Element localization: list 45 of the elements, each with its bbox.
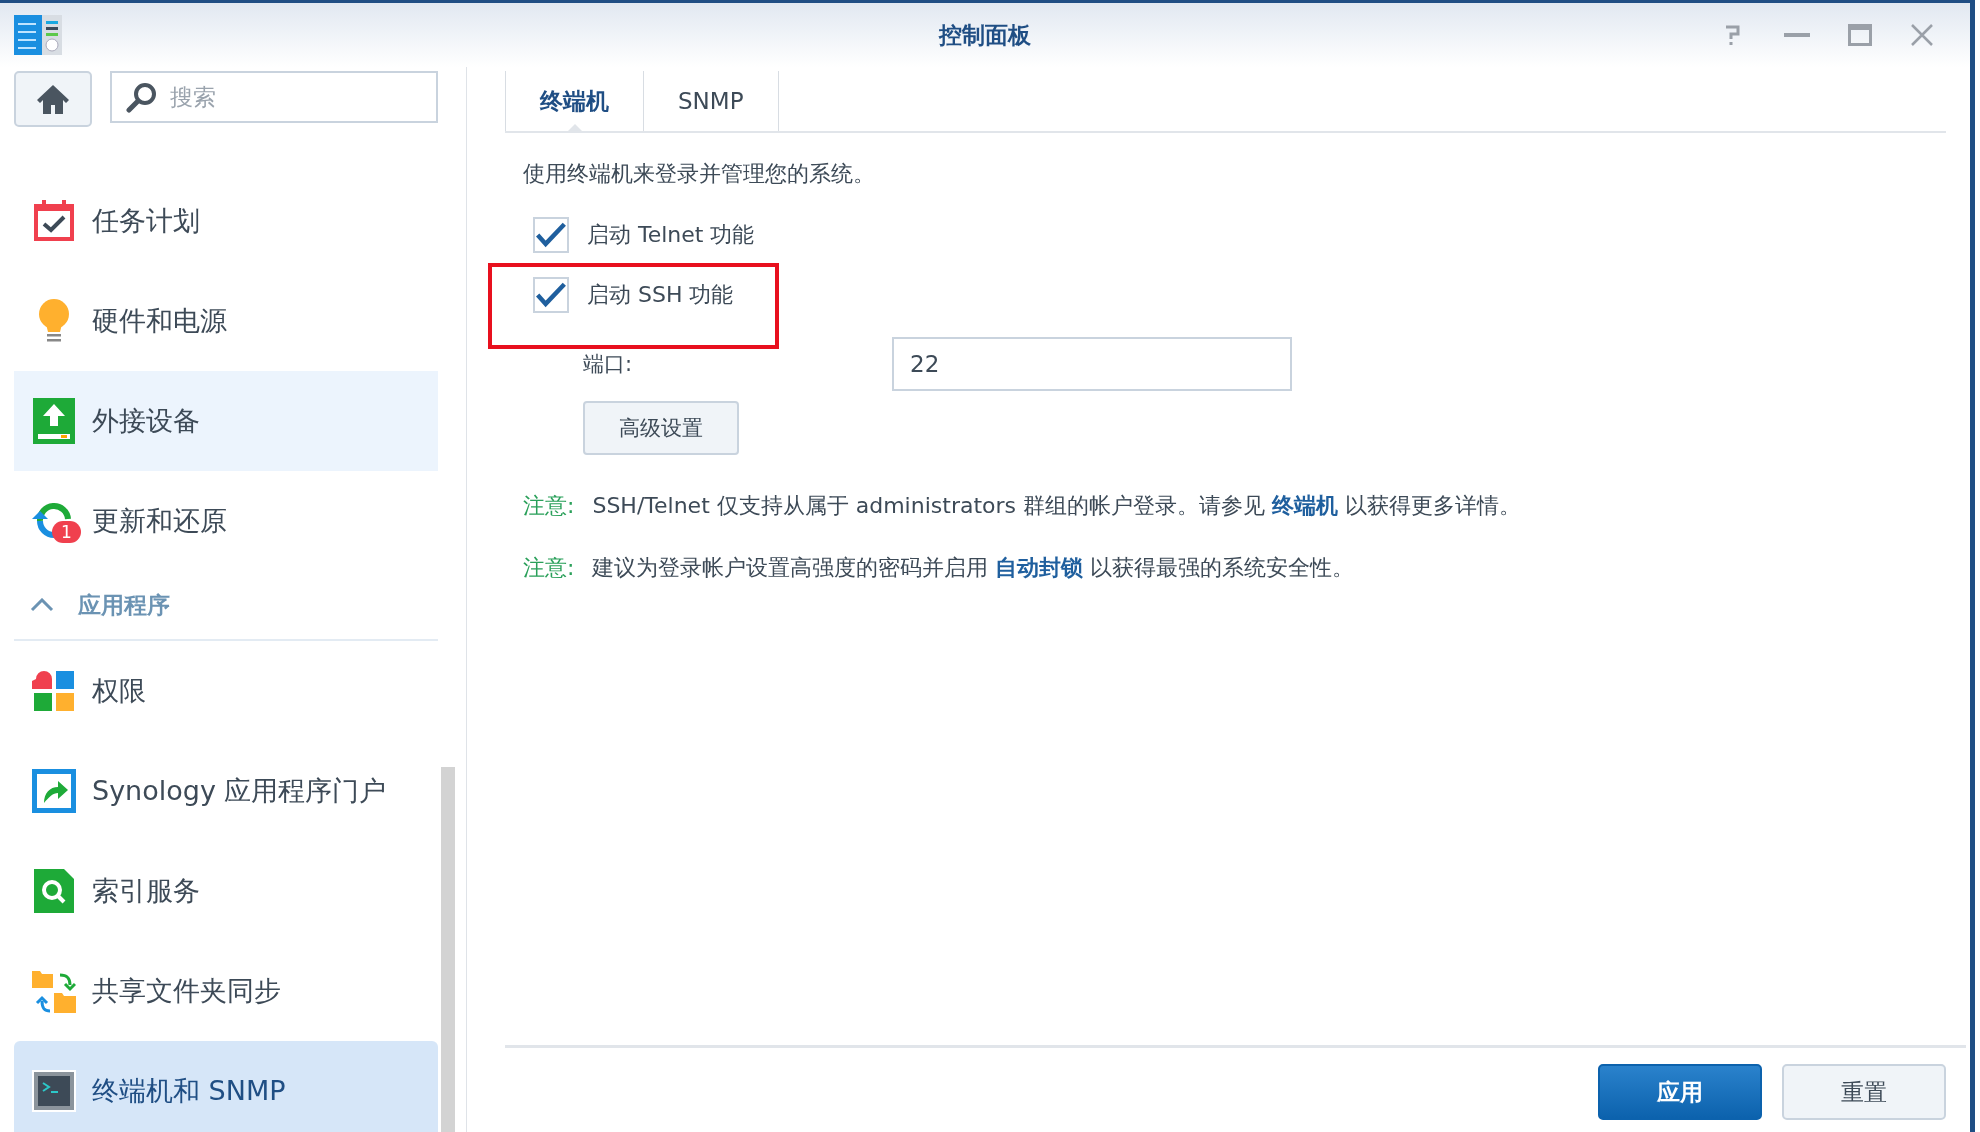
sidebar-item[interactable]: 任务计划 [14,171,438,271]
tab[interactable]: 终端机 [505,71,643,131]
checkbox-label: 启动 Telnet 功能 [587,221,755,249]
maximize-icon[interactable] [1848,24,1872,46]
sidebar-item[interactable]: 索引服务 [14,841,438,941]
port-label: 端口: [583,351,634,378]
home-icon [36,83,70,115]
sidebar-item[interactable]: 1 更新和还原 [14,471,438,571]
description-text: 使用终端机来登录并管理您的系统。 [523,160,876,188]
search-field[interactable]: 搜索 [110,71,438,123]
link[interactable]: 终端机 [1272,493,1338,518]
folder-sync-icon [32,969,76,1013]
apply-button[interactable]: 应用 [1598,1064,1762,1120]
note-label: 注意: [523,492,575,520]
control-panel-icon [14,15,62,55]
window-title: 控制面板 [939,20,1031,50]
calendar-icon [32,199,76,243]
port-field[interactable]: 22 [892,337,1292,391]
notification-badge: 1 [52,521,81,543]
note-text: SSH/Telnet 仅支持从属于 administrators 群组的帐户登录。请参见 终端机 以获得更多详情。 [592,492,1521,520]
sidebar-item[interactable]: 共享文件夹同步 [14,941,438,1041]
terminal-icon [32,1070,76,1112]
link[interactable]: 自动封锁 [995,555,1084,580]
sidebar-item[interactable]: 硬件和电源 [14,271,438,371]
chevron-icon [30,598,54,612]
checkbox[interactable] [533,277,569,313]
checkbox[interactable] [533,217,569,253]
sidebar-item[interactable]: 终端机和 SNMP [14,1041,438,1132]
advanced-settings-button[interactable]: 高级设置 [583,401,739,455]
sidebar-item[interactable]: 权限 [14,641,438,741]
reset-button[interactable]: 重置 [1782,1064,1946,1120]
upload-drive-icon [33,398,75,444]
permissions-icon [32,669,76,713]
note-text: 建议为登录帐户设置高强度的密码并启用 自动封锁 以获得最强的系统安全性。 [592,554,1355,582]
search-document-icon [34,869,74,913]
home-button[interactable] [14,71,92,127]
scrollbar[interactable] [441,767,455,1132]
sidebar-item[interactable]: Synology 应用程序门户 [14,741,438,841]
lightbulb-icon [36,298,72,344]
minimize-icon[interactable] [1784,32,1810,38]
note-label: 注意: [523,554,575,582]
sidebar-item[interactable]: 外接设备 [14,371,438,471]
tab[interactable]: SNMP [643,71,779,131]
checkbox-label: 启动 SSH 功能 [587,281,734,309]
close-icon[interactable] [1910,23,1934,47]
